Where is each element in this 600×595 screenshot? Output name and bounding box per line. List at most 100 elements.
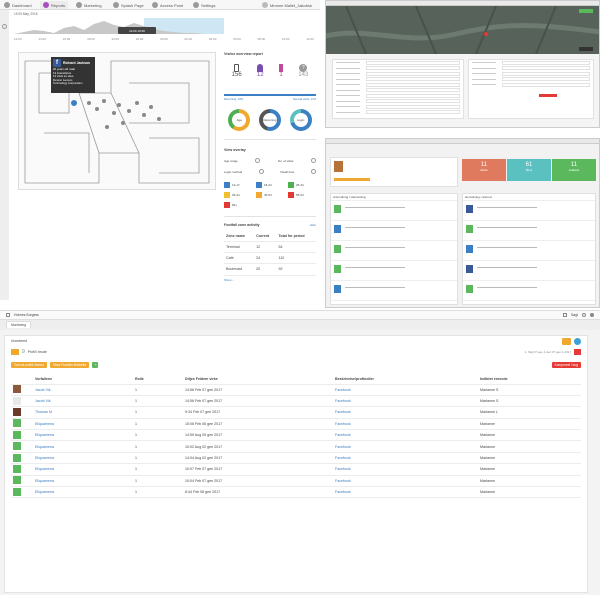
- legend-item[interactable]: 35-44: [224, 192, 252, 198]
- donut-returning[interactable]: Returning: [258, 109, 281, 131]
- form-input[interactable]: [502, 60, 590, 65]
- info-icon[interactable]: [574, 337, 581, 345]
- form-input[interactable]: [502, 82, 590, 87]
- legend-item[interactable]: 18-24: [256, 182, 284, 188]
- form-input[interactable]: [366, 60, 460, 65]
- toggle-switch[interactable]: [539, 94, 557, 97]
- table-row[interactable]: Eliquamena 1 8:44 Feb 08 gee 2017 Facebook M…: [11, 486, 581, 499]
- list-item[interactable]: [331, 281, 457, 301]
- nav-reports[interactable]: Reports: [40, 1, 69, 9]
- table-cell[interactable]: Eliquamena: [33, 463, 133, 476]
- col-header[interactable]: Beskrivelse/profkroller: [333, 374, 478, 385]
- list-item[interactable]: [331, 241, 457, 261]
- table-cell[interactable]: Jacob Vik: [33, 395, 133, 408]
- selected-visitor-marker[interactable]: [71, 100, 77, 106]
- table-cell[interactable]: Facebook: [333, 486, 478, 499]
- table-cell[interactable]: Eliquamena: [33, 429, 133, 442]
- form-input[interactable]: [366, 110, 460, 115]
- table-cell[interactable]: Facebook: [333, 475, 478, 488]
- floor-plan-map[interactable]: f Richard Jackson 26 years old male 13 i…: [18, 52, 216, 190]
- table-cell[interactable]: Facebook: [333, 384, 478, 396]
- table-cell[interactable]: Facebook: [333, 429, 478, 442]
- table-row[interactable]: Café 24 110: [224, 252, 316, 265]
- legend-item[interactable]: 45-54: [256, 192, 284, 198]
- table-cell[interactable]: Facebook: [333, 452, 478, 465]
- tab-monitoring[interactable]: Monitoring: [6, 321, 31, 328]
- list-item[interactable]: [463, 221, 595, 241]
- table-row[interactable]: Boulevard 20 92: [224, 263, 316, 276]
- table-cell[interactable]: Eliquamena: [33, 475, 133, 488]
- user-menu[interactable]: Mmmm Mallet_Jakobsk: [262, 1, 312, 9]
- user-icon[interactable]: [590, 313, 594, 317]
- table-row[interactable]: Thomas M 1 9:34 Feb 07 gee 2017 Facebook Mar…: [11, 406, 581, 419]
- list-item[interactable]: [463, 241, 595, 261]
- timeline-range-handle[interactable]: 14:00 10:00: [118, 27, 156, 34]
- table-row[interactable]: Eliquamena 1 14:59 Aug 05 gee 2017 Facebook…: [11, 429, 581, 442]
- radio-visits[interactable]: [310, 158, 316, 163]
- col-header[interactable]: Rolle: [133, 374, 183, 385]
- form-input[interactable]: [366, 99, 460, 104]
- nav-splash-page[interactable]: Splash Page: [113, 1, 144, 9]
- list-item[interactable]: [331, 261, 457, 281]
- search-icon[interactable]: [582, 313, 586, 317]
- form-input[interactable]: [366, 88, 460, 93]
- map-save-button[interactable]: [579, 9, 593, 13]
- form-input[interactable]: [366, 104, 460, 109]
- table-cell[interactable]: Facebook: [333, 406, 478, 419]
- table-cell[interactable]: Facebook: [333, 463, 478, 476]
- legend-item[interactable]: 25-34: [288, 182, 316, 188]
- col-header[interactable]: Indiktet enrecde: [478, 374, 581, 385]
- timeline[interactable]: 15 09 May, 2016 14:00 10:00 12:00 14:00 16…: [14, 12, 314, 44]
- table-row[interactable]: Eliquamena 1 10:04 Feb 07 gee 2017 Facebook…: [11, 475, 581, 488]
- export-button[interactable]: Kompromit I bug: [551, 362, 581, 368]
- nav-access-point[interactable]: Access Point: [152, 1, 183, 9]
- nav-marketing[interactable]: Marketing: [76, 1, 102, 9]
- form-input[interactable]: [502, 77, 590, 82]
- table-cell[interactable]: Eliquamena: [33, 418, 133, 431]
- table-row[interactable]: Terminal 12 54: [224, 241, 316, 253]
- table-row[interactable]: Eliquamena 1 14:04 Aug 02 gee 2017 Facebook…: [11, 452, 581, 465]
- col-header[interactable]: Ditjes Feldem virke: [183, 374, 333, 385]
- legend-item[interactable]: 13-17: [224, 182, 252, 188]
- form-input[interactable]: [366, 82, 460, 87]
- list-item[interactable]: [331, 201, 457, 221]
- legend-item[interactable]: 55-64: [288, 192, 316, 198]
- map-control[interactable]: [579, 47, 593, 51]
- footfall-show-more[interactable]: Show ↓: [224, 278, 316, 282]
- form-input[interactable]: [366, 66, 460, 71]
- add-filter-button[interactable]: +: [91, 362, 98, 368]
- filter-chip[interactable]: Tomcat politik Marina: [11, 362, 47, 368]
- table-cell[interactable]: Facebook: [333, 395, 478, 408]
- footfall-hide-link[interactable]: Hide: [310, 223, 316, 227]
- radio-dwell[interactable]: [311, 169, 316, 174]
- form-input[interactable]: [366, 77, 460, 82]
- list-item[interactable]: [463, 261, 595, 281]
- satellite-map[interactable]: [326, 5, 599, 55]
- table-row[interactable]: Jacob Vik 1 14:56 Feb 07 gee 2017 Facebook M…: [11, 384, 581, 396]
- form-input[interactable]: [366, 93, 460, 98]
- home-icon[interactable]: [562, 313, 567, 317]
- form-input[interactable]: [366, 71, 460, 76]
- table-row[interactable]: Jacob Vik 1 14:56 Feb 07 gee 2017 Facebook M…: [11, 395, 581, 408]
- form-input[interactable]: [502, 66, 590, 71]
- table-row[interactable]: Eliquamena 1 10:02 Aug 02 gee 2017 Facebook…: [11, 440, 581, 453]
- stat-tile-active[interactable]: 11 Aktive: [462, 159, 506, 181]
- donut-age[interactable]: Age: [228, 109, 251, 131]
- table-row[interactable]: Eliquamena 1 10:07 Feb 07 gee 2017 Facebook…: [11, 463, 581, 476]
- stat-tile-closed[interactable]: 11 Lukkede: [552, 159, 596, 181]
- table-cell[interactable]: Eliquamena: [33, 440, 133, 453]
- list-item[interactable]: [463, 201, 595, 221]
- menu-icon[interactable]: [6, 313, 10, 317]
- stat-tile-open[interactable]: 61 Åbne: [507, 159, 551, 181]
- search-icon[interactable]: [2, 24, 7, 29]
- table-cell[interactable]: Eliquamena: [33, 486, 133, 499]
- donut-login[interactable]: Login: [289, 109, 312, 131]
- calendar-icon[interactable]: [574, 349, 581, 355]
- legend-item[interactable]: 65+: [224, 202, 252, 208]
- nav-settings[interactable]: Settings: [193, 1, 215, 9]
- radio-login[interactable]: [258, 169, 264, 174]
- filter-chip[interactable]: Stars Puddles Marbella: [49, 362, 89, 368]
- table-cell[interactable]: Facebook: [333, 440, 478, 453]
- col-header[interactable]: Vorfallene: [33, 374, 133, 385]
- download-icon[interactable]: [562, 337, 571, 345]
